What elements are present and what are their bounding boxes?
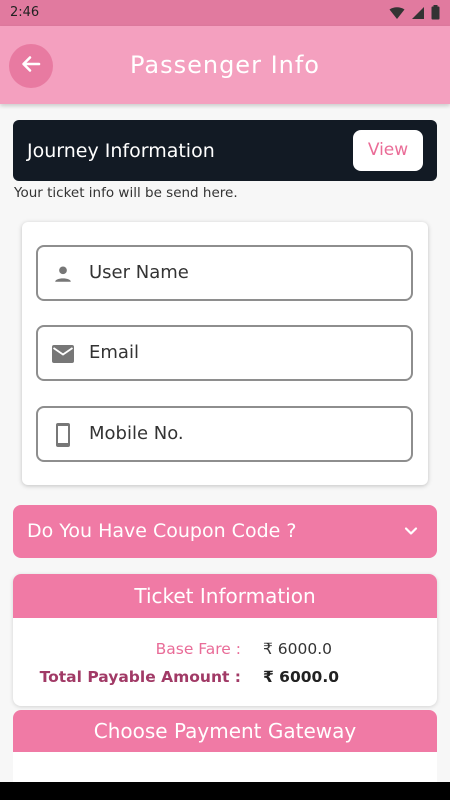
ticket-info-card: Ticket Information Base Fare : ₹ 6000.0 … bbox=[13, 574, 437, 706]
user-name-placeholder: User Name bbox=[89, 262, 189, 283]
base-fare-value: ₹ 6000.0 bbox=[263, 640, 333, 658]
battery-icon bbox=[431, 5, 440, 24]
signal-icon bbox=[411, 5, 425, 24]
email-icon bbox=[50, 341, 76, 367]
passenger-form-card: User Name Email Mobile No. bbox=[22, 222, 428, 485]
app-bar: Passenger Info bbox=[0, 26, 450, 104]
journey-info-title: Journey Information bbox=[27, 140, 215, 162]
payment-gateway-title: Choose Payment Gateway bbox=[13, 710, 437, 752]
email-field[interactable]: Email bbox=[36, 325, 413, 381]
status-bar: 2:46 bbox=[0, 0, 450, 26]
user-name-field[interactable]: User Name bbox=[36, 245, 413, 301]
base-fare-label: Base Fare : bbox=[155, 640, 241, 658]
person-icon bbox=[50, 261, 76, 287]
page-title: Passenger Info bbox=[129, 51, 320, 79]
system-nav-bar bbox=[0, 782, 450, 800]
mobile-placeholder: Mobile No. bbox=[89, 423, 184, 444]
email-placeholder: Email bbox=[89, 342, 139, 363]
phone-icon bbox=[50, 422, 76, 448]
mobile-field[interactable]: Mobile No. bbox=[36, 406, 413, 462]
ticket-info-title: Ticket Information bbox=[13, 574, 437, 618]
status-icons bbox=[389, 5, 440, 24]
total-amount-row: Total Payable Amount : ₹ 6000.0 bbox=[13, 668, 437, 692]
coupon-code-label: Do You Have Coupon Code ? bbox=[27, 520, 297, 542]
chevron-down-icon bbox=[403, 523, 419, 543]
wifi-icon bbox=[389, 5, 405, 24]
ticket-info-note: Your ticket info will be send here. bbox=[14, 185, 238, 201]
base-fare-row: Base Fare : ₹ 6000.0 bbox=[13, 640, 437, 664]
total-amount-value: ₹ 6000.0 bbox=[263, 668, 339, 686]
status-time: 2:46 bbox=[10, 5, 40, 20]
journey-info-bar: Journey Information View bbox=[13, 120, 437, 181]
total-amount-label: Total Payable Amount : bbox=[39, 668, 241, 686]
view-button[interactable]: View bbox=[353, 130, 423, 171]
coupon-code-toggle[interactable]: Do You Have Coupon Code ? bbox=[13, 505, 437, 558]
